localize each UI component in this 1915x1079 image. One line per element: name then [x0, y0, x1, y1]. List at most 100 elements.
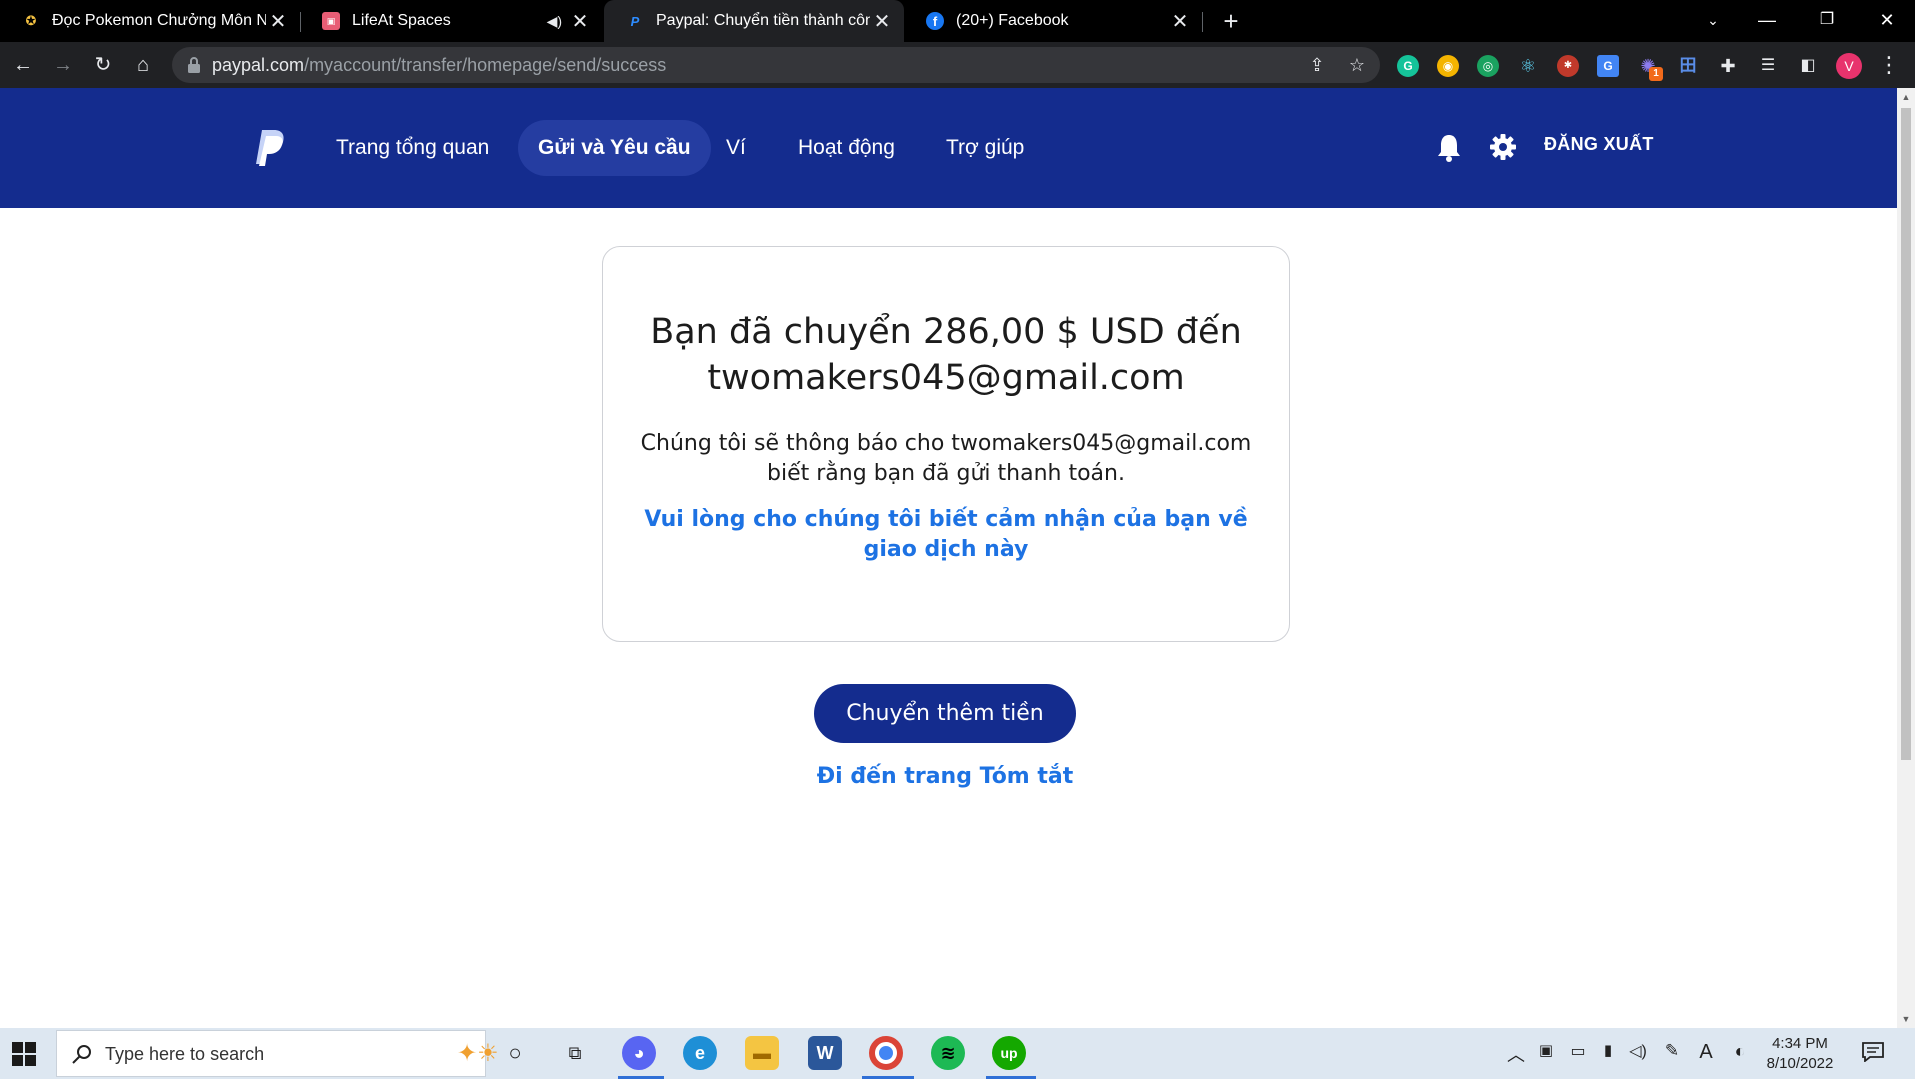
volume-icon[interactable]: ◁) — [1626, 1041, 1650, 1061]
profile-avatar[interactable]: V — [1836, 53, 1862, 79]
close-tab-icon[interactable]: ✕ — [1168, 9, 1192, 34]
extension-red-icon[interactable]: ✱ — [1557, 55, 1579, 77]
nav-wallet[interactable]: Ví — [706, 120, 766, 176]
reload-button[interactable]: ↻ — [88, 50, 118, 80]
go-to-summary-link[interactable]: Đi đến trang Tóm tắt — [740, 764, 1150, 789]
share-icon[interactable]: ⇪ — [1306, 54, 1328, 76]
extension-target-icon[interactable]: ◎ — [1477, 55, 1499, 77]
page-scrollbar[interactable]: ▲ ▼ — [1897, 88, 1915, 1028]
extension-burst-icon[interactable]: ✺ 1 — [1637, 55, 1663, 81]
url-host: paypal.com — [212, 55, 305, 75]
network-icon[interactable]: ▭ — [1566, 1041, 1590, 1061]
success-heading: Bạn đã chuyển 286,00 $ USD đến twomakers… — [603, 309, 1289, 401]
new-tab-button[interactable]: + — [1216, 6, 1246, 36]
tab-title: (20+) Facebook — [956, 12, 1069, 29]
feedback-link-line2[interactable]: giao dịch này — [603, 535, 1289, 565]
input-language-indicator[interactable]: A — [1694, 1041, 1718, 1064]
search-placeholder: Type here to search — [105, 1044, 265, 1064]
tab-lifeat[interactable]: ▣ LifeAt Spaces ◀) ✕ — [300, 0, 602, 42]
lock-icon[interactable] — [186, 56, 202, 74]
upwork-icon[interactable]: up — [992, 1036, 1026, 1070]
notification-message-line1: Chúng tôi sẽ thông báo cho twomakers045@… — [640, 431, 1252, 456]
bell-icon[interactable] — [1434, 132, 1464, 164]
tab-facebook[interactable]: f (20+) Facebook ✕ — [904, 0, 1202, 42]
lifeat-icon: ▣ — [322, 12, 340, 30]
facebook-icon: f — [926, 12, 944, 30]
home-button[interactable]: ⌂ — [128, 50, 158, 80]
taskbar-search-box[interactable]: Type here to search ✦☀ — [56, 1030, 499, 1077]
chrome-menu-icon[interactable]: ⋮ — [1878, 52, 1900, 78]
windows-start-icon[interactable] — [12, 1042, 36, 1066]
clock-time: 4:34 PM — [1772, 1035, 1828, 1052]
discord-icon[interactable]: ◕ — [622, 1036, 656, 1070]
paypal-icon: P — [630, 13, 640, 29]
scroll-thumb[interactable] — [1901, 108, 1911, 760]
grammarly-icon[interactable]: G — [1397, 55, 1419, 77]
gear-icon[interactable] — [1488, 132, 1518, 162]
back-button[interactable]: ← — [8, 50, 38, 80]
success-heading-line1: Bạn đã chuyển 286,00 $ USD đến — [650, 312, 1242, 352]
react-devtools-icon[interactable]: ⚛ — [1517, 55, 1539, 77]
word-icon[interactable]: W — [808, 1036, 842, 1070]
browser-tab-strip: ✪ Đọc Pokemon Chưởng Môn Nhân ✕ ▣ LifeAt… — [0, 0, 1915, 42]
close-tab-icon[interactable]: ✕ — [870, 9, 894, 34]
media-queue-icon[interactable]: ☰ — [1757, 55, 1779, 77]
side-panel-icon[interactable]: ◧ — [1797, 55, 1819, 77]
extension-grid-icon[interactable]: 田 — [1677, 55, 1699, 77]
logout-link[interactable]: ĐĂNG XUẤT — [1544, 134, 1654, 155]
scroll-down-arrow-icon[interactable]: ▼ — [1897, 1010, 1915, 1028]
extensions-puzzle-icon[interactable]: ✚ — [1717, 55, 1739, 77]
tab-title: LifeAt Spaces — [352, 12, 451, 29]
close-tab-icon[interactable]: ✕ — [266, 9, 290, 34]
send-more-money-button[interactable]: Chuyển thêm tiền — [814, 684, 1076, 743]
search-icon — [72, 1045, 91, 1064]
taskbar-clock[interactable]: 4:34 PM 8/10/2022 — [1762, 1034, 1838, 1074]
clock-date: 8/10/2022 — [1766, 1055, 1834, 1072]
pokemon-icon: ✪ — [25, 13, 37, 28]
browser-toolbar: ← → ↻ ⌂ paypal.com/myaccount/transfer/ho… — [0, 42, 1915, 88]
notification-center-icon[interactable] — [1862, 1042, 1884, 1062]
url-text: paypal.com/myaccount/transfer/homepage/s… — [212, 55, 666, 76]
nav-activity[interactable]: Hoạt động — [778, 120, 915, 176]
nav-overview[interactable]: Trang tổng quan — [316, 120, 509, 176]
scroll-up-arrow-icon[interactable]: ▲ — [1897, 88, 1915, 106]
forward-button[interactable]: → — [48, 50, 78, 80]
address-bar[interactable]: paypal.com/myaccount/transfer/homepage/s… — [172, 47, 1380, 83]
meet-now-icon[interactable]: ▣ — [1534, 1041, 1558, 1059]
restore-button[interactable]: ❐ — [1800, 0, 1854, 42]
close-window-button[interactable]: ✕ — [1860, 0, 1914, 42]
close-tab-icon[interactable]: ✕ — [568, 9, 592, 34]
feedback-link[interactable]: Vui lòng cho chúng tôi biết cảm nhận của… — [603, 505, 1289, 565]
show-hidden-icons-chevron-icon[interactable]: ︿ — [1504, 1041, 1528, 1067]
speaker-icon[interactable]: ◀) — [547, 13, 562, 30]
bookmark-star-icon[interactable]: ☆ — [1346, 54, 1368, 76]
notification-message-line2: biết rằng bạn đã gửi thanh toán. — [767, 461, 1125, 486]
tab-separator — [1202, 12, 1203, 32]
file-explorer-icon[interactable]: ▬ — [745, 1036, 779, 1070]
windows-taskbar: Type here to search ✦☀ ○ ⧉ ◕ e ▬ W ≋ up … — [0, 1028, 1915, 1079]
transfer-success-card: Bạn đã chuyển 286,00 $ USD đến twomakers… — [602, 246, 1290, 642]
tab-search-icon[interactable]: ⌄ — [1686, 0, 1740, 42]
minimize-button[interactable]: — — [1740, 0, 1794, 42]
notification-message: Chúng tôi sẽ thông báo cho twomakers045@… — [603, 429, 1289, 489]
pen-icon[interactable]: ✎ — [1660, 1041, 1684, 1061]
spotify-icon[interactable]: ≋ — [931, 1036, 965, 1070]
google-translate-icon[interactable]: G — [1597, 55, 1619, 77]
nav-send-request[interactable]: Gửi và Yêu cầu — [518, 120, 711, 176]
edge-icon[interactable]: e — [683, 1036, 717, 1070]
tab-title: Paypal: Chuyển tiền thành công — [656, 12, 870, 29]
cortana-icon[interactable]: ○ — [498, 1036, 532, 1070]
tab-pokemon[interactable]: ✪ Đọc Pokemon Chưởng Môn Nhân ✕ — [0, 0, 300, 42]
paypal-logo-icon[interactable] — [252, 128, 286, 168]
battery-icon[interactable]: ▮ — [1596, 1041, 1620, 1059]
url-path: /myaccount/transfer/homepage/send/succes… — [304, 55, 667, 75]
extension-compass-icon[interactable]: ◉ — [1437, 55, 1459, 77]
night-light-icon[interactable]: ◐ — [1728, 1041, 1752, 1062]
nav-help[interactable]: Trợ giúp — [926, 120, 1044, 176]
feedback-link-line1[interactable]: Vui lòng cho chúng tôi biết cảm nhận của… — [603, 505, 1289, 535]
tab-title: Đọc Pokemon Chưởng Môn Nhân — [52, 12, 266, 29]
chrome-icon[interactable] — [869, 1036, 903, 1070]
tab-paypal[interactable]: P Paypal: Chuyển tiền thành công ✕ — [604, 0, 904, 42]
task-view-icon[interactable]: ⧉ — [558, 1036, 592, 1070]
success-heading-line2: twomakers045@gmail.com — [707, 358, 1185, 398]
